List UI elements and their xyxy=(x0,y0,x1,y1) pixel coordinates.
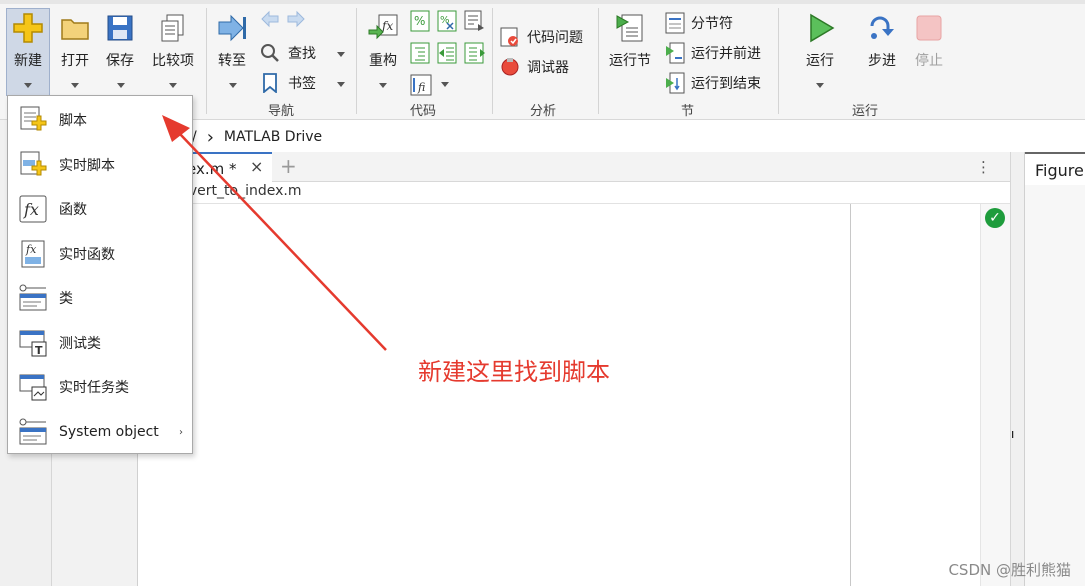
annotation-text: 新建这里找到脚本 xyxy=(418,358,610,386)
watermark: CSDN @胜利熊猫 xyxy=(948,561,1071,579)
annotation-arrow xyxy=(162,115,387,351)
